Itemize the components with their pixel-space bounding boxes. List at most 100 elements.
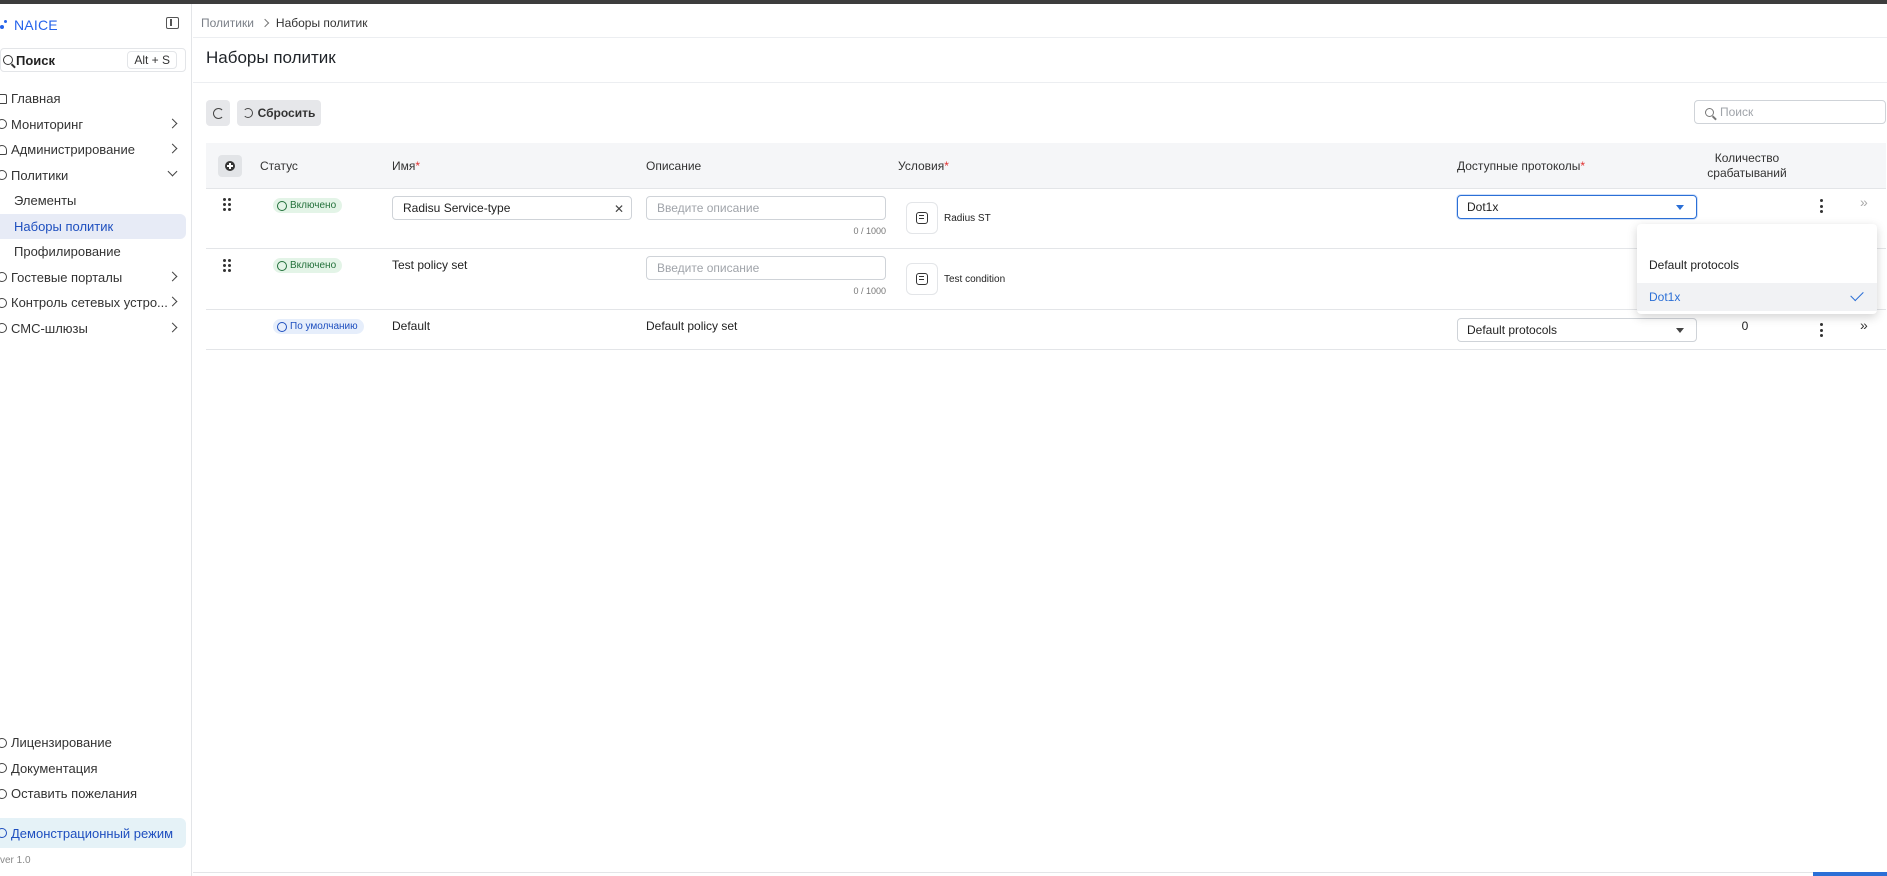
sidebar-item-guest-portals[interactable]: Гостевые порталы [0, 265, 192, 291]
name-field[interactable]: Radisu Service-type ✕ [392, 196, 632, 220]
description-placeholder: Введите описание [657, 261, 760, 275]
sidebar-item-label: Наборы политик [14, 218, 114, 234]
bottom-action-button[interactable] [1813, 872, 1887, 876]
description-field[interactable]: Введите описание [646, 196, 886, 220]
status-badge-label: Включено [290, 200, 337, 211]
column-count-label-2: срабатываний [1707, 166, 1787, 180]
drag-handle-icon[interactable] [223, 259, 231, 272]
name-cell: Default [392, 319, 431, 333]
sidebar-bottom-nav: Лицензирование Документация Оставить пож… [0, 730, 192, 807]
sidebar-search[interactable]: Поиск Alt + S [0, 48, 186, 72]
sidebar-item-network-control[interactable]: Контроль сетевых устро... [0, 290, 192, 316]
name-cell[interactable]: Test policy set [392, 258, 467, 272]
drag-handle-icon[interactable] [223, 198, 231, 211]
table-search-input[interactable]: Поиск [1694, 100, 1886, 124]
dropdown-option[interactable]: Default protocols [1637, 251, 1877, 279]
sidebar-item-label: Администрирование [11, 142, 135, 158]
sidebar-item-policies[interactable]: Политики [0, 163, 192, 189]
column-conditions-label: Условия [898, 159, 945, 173]
breadcrumb-parent[interactable]: Политики [201, 16, 254, 30]
column-status[interactable]: Статус [260, 159, 298, 173]
status-badge-label: Включено [290, 260, 337, 271]
more-actions-icon[interactable] [1819, 323, 1823, 337]
char-counter: 0 / 1000 [853, 226, 886, 236]
table-row: Включено Radisu Service-type ✕ Введите о… [206, 189, 1886, 249]
clear-icon[interactable]: ✕ [614, 202, 624, 216]
column-hit-count[interactable]: Количество срабатываний [1702, 151, 1792, 181]
feedback-icon [0, 788, 7, 799]
page-title: Наборы политик [206, 48, 336, 67]
protocol-select[interactable]: Default protocols [1457, 318, 1697, 342]
collapse-sidebar-icon[interactable] [166, 17, 179, 29]
monitor-icon [0, 119, 7, 130]
sidebar-search-label: Поиск [16, 52, 56, 68]
reset-button-label: Сбросить [257, 106, 316, 120]
condition-button[interactable] [906, 263, 938, 295]
expand-row-icon[interactable]: » [1860, 194, 1868, 210]
info-icon [0, 828, 7, 838]
sidebar-item-home[interactable]: Главная [0, 86, 192, 112]
condition-button[interactable] [906, 202, 938, 234]
table-header: Статус Имя* Описание Условия* Доступные … [206, 143, 1886, 189]
sidebar-item-label: Мониторинг [11, 116, 84, 132]
protocol-dropdown: Default protocols Dot1x [1637, 224, 1877, 314]
reset-button[interactable]: Сбросить [237, 100, 321, 126]
sidebar-item-monitoring[interactable]: Мониторинг [0, 112, 192, 138]
sidebar-item-profiling[interactable]: Профилирование [0, 239, 192, 265]
column-name[interactable]: Имя* [392, 159, 420, 173]
name-field-value: Radisu Service-type [403, 201, 511, 215]
expand-row-icon[interactable]: » [1860, 317, 1868, 333]
add-policy-set-button[interactable] [218, 155, 242, 177]
table-row: По умолчанию Default Default policy set … [206, 310, 1886, 350]
breadcrumb-current: Наборы политик [275, 16, 368, 30]
required-mark: * [415, 159, 421, 173]
column-name-label: Имя [392, 159, 416, 173]
refresh-button[interactable] [206, 100, 230, 126]
brand[interactable]: NAICE [0, 14, 58, 36]
protocol-select[interactable]: Dot1x [1457, 195, 1697, 219]
sidebar-item-policy-sets[interactable]: Наборы политик [0, 213, 186, 239]
main-content: Политики Наборы политик Наборы политик С… [193, 4, 1887, 876]
demo-mode-button[interactable]: Демонстрационный режим [0, 818, 186, 848]
sidebar-item-sms-gateways[interactable]: СМС-шлюзы [0, 316, 192, 342]
home-icon [0, 93, 7, 104]
sms-icon [0, 323, 7, 334]
reset-icon [242, 108, 253, 118]
description-field[interactable]: Введите описание [646, 256, 886, 280]
list-icon [916, 273, 928, 285]
chevron-right-icon [167, 322, 178, 332]
table-search-placeholder: Поиск [1720, 105, 1754, 119]
search-icon [1705, 107, 1714, 117]
divider [193, 37, 1887, 38]
search-shortcut: Alt + S [127, 51, 177, 69]
person-icon [0, 144, 7, 155]
sidebar-item-feedback[interactable]: Оставить пожелания [0, 781, 192, 807]
hit-count: 0 [1741, 319, 1749, 333]
dropdown-option-label: Default protocols [1649, 258, 1740, 272]
search-icon [3, 55, 13, 65]
dropdown-option-label: Dot1x [1649, 290, 1681, 304]
divider [193, 872, 1887, 873]
sidebar-item-licensing[interactable]: Лицензирование [0, 730, 192, 756]
sidebar-item-docs[interactable]: Документация [0, 756, 192, 782]
check-circle-icon [277, 200, 287, 211]
column-protocols[interactable]: Доступные протоколы* [1457, 159, 1585, 173]
chevron-right-icon [167, 296, 178, 307]
sidebar-item-label: Документация [11, 760, 98, 776]
network-icon [0, 297, 7, 308]
sidebar-item-label: Профилирование [14, 244, 121, 260]
table-row: Включено Test policy set Введите описани… [206, 249, 1886, 310]
column-status-label: Статус [260, 159, 298, 173]
column-conditions[interactable]: Условия* [898, 159, 949, 173]
description-cell: Default policy set [646, 319, 738, 333]
sidebar-item-label: Элементы [14, 193, 77, 209]
sidebar-item-administration[interactable]: Администрирование [0, 137, 192, 163]
column-description[interactable]: Описание [646, 159, 701, 173]
sidebar-item-elements[interactable]: Элементы [0, 188, 192, 214]
plus-circle-icon [225, 161, 235, 171]
divider [193, 82, 1887, 83]
status-badge: По умолчанию [273, 319, 364, 334]
dropdown-option-selected[interactable]: Dot1x [1637, 283, 1877, 311]
more-actions-icon[interactable] [1819, 199, 1823, 213]
chevron-right-icon [167, 271, 178, 281]
